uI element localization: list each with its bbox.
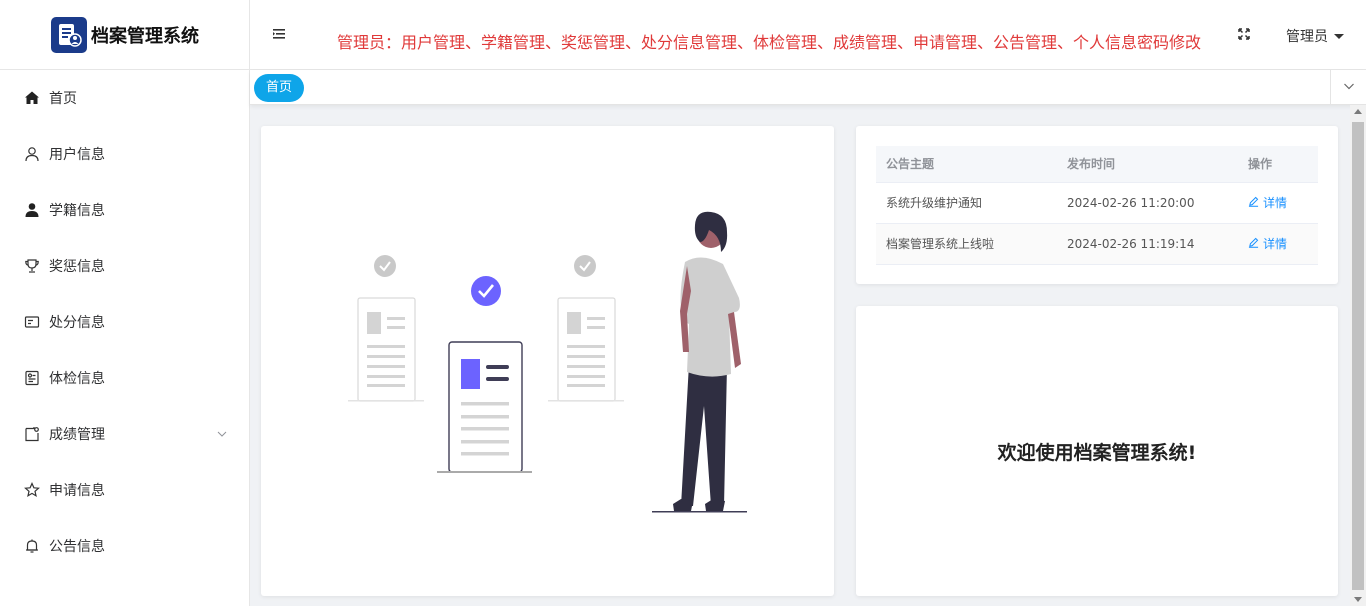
notice-time: 2024-02-26 11:20:00 [1057, 182, 1238, 224]
column-header-time: 发布时间 [1057, 146, 1238, 183]
sidebar-item-notices[interactable]: 公告信息 [0, 518, 249, 574]
sidebar-item-rewards[interactable]: 奖惩信息 [0, 238, 249, 294]
scroll-up-arrow-icon[interactable] [1354, 109, 1362, 114]
edit-icon [1248, 196, 1259, 210]
illustration-card [261, 126, 834, 596]
sidebar-item-enrollment[interactable]: 学籍信息 [0, 182, 249, 238]
tabs-dropdown-button[interactable] [1330, 70, 1366, 105]
notice-title: 系统升级维护通知 [876, 182, 1057, 224]
sidebar-item-label: 首页 [49, 91, 77, 107]
content-scrollbar[interactable] [1350, 105, 1366, 606]
chevron-down-icon [1343, 80, 1355, 96]
notice-table: 公告主题 发布时间 操作 系统升级维护通知 2024-02-26 11:20:0… [876, 146, 1318, 265]
role-permissions-notice: 管理员：用户管理、学籍管理、奖惩管理、处分信息管理、体检管理、成绩管理、申请管理… [337, 33, 1202, 52]
fullscreen-icon[interactable] [1237, 27, 1251, 41]
document-person-illustration [348, 211, 747, 513]
detail-link[interactable]: 详情 [1248, 235, 1287, 252]
checkup-icon [24, 370, 40, 386]
sidebar-item-home[interactable]: 首页 [0, 70, 249, 126]
home-icon [24, 90, 40, 106]
tab-home[interactable]: 首页 [254, 74, 305, 102]
star-icon [24, 482, 40, 498]
detail-link[interactable]: 详情 [1248, 194, 1287, 211]
welcome-card: 欢迎使用档案管理系统! [856, 306, 1338, 596]
sidebar-item-label: 公告信息 [49, 539, 105, 555]
user-name: 管理员 [1286, 29, 1328, 45]
edit-icon [1248, 237, 1259, 251]
top-header: 档案管理系统 管理员：用户管理、学籍管理、奖惩管理、处分信息管理、体检管理、成绩… [0, 0, 1366, 70]
notice-time: 2024-02-26 11:19:14 [1057, 223, 1238, 265]
sidebar-item-discipline[interactable]: 处分信息 [0, 294, 249, 350]
detail-link-label: 详情 [1263, 196, 1288, 210]
notice-title: 档案管理系统上线啦 [876, 223, 1057, 265]
detail-link-label: 详情 [1263, 237, 1288, 251]
sidebar-item-applications[interactable]: 申请信息 [0, 462, 249, 518]
sidebar-item-label: 体检信息 [49, 371, 105, 387]
table-header-row: 公告主题 发布时间 操作 [876, 146, 1318, 183]
tabs-bar: 首页 [250, 70, 1366, 105]
sidebar-item-label: 成绩管理 [49, 427, 105, 443]
sidebar-item-label: 申请信息 [49, 483, 105, 499]
scroll-thumb[interactable] [1352, 122, 1364, 590]
table-row: 档案管理系统上线啦 2024-02-26 11:19:14 详情 [876, 223, 1318, 265]
document-icon [24, 426, 40, 442]
column-header-topic: 公告主题 [876, 146, 1057, 183]
sidebar-item-label: 用户信息 [49, 147, 105, 163]
caret-down-icon [1334, 33, 1344, 39]
archive-user-icon [51, 17, 87, 53]
trophy-icon [24, 258, 40, 274]
column-header-action: 操作 [1238, 146, 1318, 183]
sidebar-item-label: 学籍信息 [49, 203, 105, 219]
sidebar-item-users[interactable]: 用户信息 [0, 126, 249, 182]
sidebar-item-label: 处分信息 [49, 315, 105, 331]
table-row: 系统升级维护通知 2024-02-26 11:20:00 详情 [876, 182, 1318, 224]
chevron-down-icon [217, 428, 227, 443]
person-filled-icon [24, 202, 40, 218]
sidebar: 首页 用户信息 学籍信息 奖惩信息 处分信息 体检信息 成绩管理 申请信息 公告… [0, 70, 250, 606]
sidebar-item-label: 奖惩信息 [49, 259, 105, 275]
scroll-down-arrow-icon[interactable] [1354, 597, 1362, 602]
welcome-message: 欢迎使用档案管理系统! [997, 441, 1197, 464]
app-title: 档案管理系统 [91, 26, 199, 47]
sidebar-item-grades[interactable]: 成绩管理 [0, 406, 249, 462]
sidebar-item-checkup[interactable]: 体检信息 [0, 350, 249, 406]
notice-card: 公告主题 发布时间 操作 系统升级维护通知 2024-02-26 11:20:0… [856, 126, 1338, 284]
user-dropdown[interactable]: 管理员 [1286, 26, 1344, 46]
menu-toggle-icon[interactable] [272, 27, 286, 41]
logo-area: 档案管理系统 [0, 0, 250, 70]
card-icon [24, 314, 40, 330]
user-icon [24, 146, 40, 162]
bell-icon [24, 538, 40, 554]
